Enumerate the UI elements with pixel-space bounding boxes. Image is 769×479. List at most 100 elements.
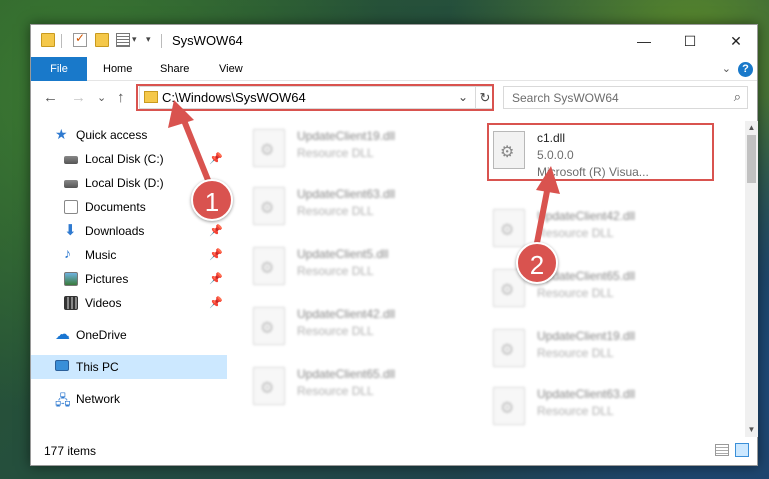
- properties-icon[interactable]: [73, 31, 87, 47]
- up-button[interactable]: ↑: [117, 89, 125, 106]
- sidebar-item-label: This PC: [76, 360, 119, 374]
- sidebar-item-label: Local Disk (C:): [85, 152, 164, 166]
- file-type: Resource DLL: [537, 286, 614, 300]
- dll-file-icon: [493, 329, 525, 367]
- dll-file-icon: [253, 367, 285, 405]
- address-dropdown-icon[interactable]: ⌄: [458, 90, 468, 104]
- sidebar-item-onedrive[interactable]: ☁ OneDrive: [31, 323, 227, 347]
- expand-ribbon-icon[interactable]: ⌄: [722, 62, 731, 75]
- tab-share[interactable]: Share: [148, 57, 201, 81]
- maximize-button[interactable]: ☐: [667, 25, 713, 57]
- sidebar-item-quick-access[interactable]: ★ Quick access: [31, 123, 227, 147]
- scroll-up-icon[interactable]: ▲: [745, 121, 758, 135]
- scroll-down-icon[interactable]: ▼: [745, 423, 758, 437]
- vertical-scrollbar[interactable]: ▲ ▼: [745, 121, 758, 437]
- quick-access-toolbar-dropdown-icon[interactable]: ▾: [146, 34, 151, 45]
- disk-icon: [64, 180, 78, 188]
- sidebar-item-label: Pictures: [85, 272, 129, 286]
- file-type: Resource DLL: [537, 226, 614, 240]
- pin-icon[interactable]: 📌: [209, 152, 223, 165]
- title-bar: ▾ ▾ SysWOW64 — ☐ ✕: [31, 25, 757, 57]
- back-button[interactable]: ←: [43, 89, 58, 106]
- file-tile[interactable]: UpdateClient5.dll Resource DLL: [253, 245, 483, 300]
- sidebar-item-downloads[interactable]: ⬇ Downloads 📌: [31, 219, 227, 243]
- dll-file-icon: [493, 209, 525, 247]
- file-type: Resource DLL: [297, 324, 374, 338]
- sidebar-item-label: Quick access: [76, 128, 148, 142]
- sidebar-item-label: Network: [76, 392, 121, 406]
- tab-view[interactable]: View: [207, 57, 255, 81]
- address-path[interactable]: C:\Windows\SysWOW64: [162, 90, 306, 105]
- ribbon-tabs: File Home Share View ⌄ ?: [31, 57, 757, 81]
- sidebar-item-pictures[interactable]: Pictures 📌: [31, 267, 227, 291]
- close-button[interactable]: ✕: [713, 25, 759, 57]
- file-list: UpdateClient19.dll Resource DLL UpdateCl…: [227, 121, 745, 431]
- sidebar-item-label: Music: [85, 248, 117, 262]
- file-tile[interactable]: UpdateClient63.dll Resource DLL: [493, 385, 723, 431]
- step-badge-1: 1: [191, 179, 233, 221]
- step-badge-2: 2: [516, 242, 558, 284]
- refresh-button[interactable]: ↻: [475, 87, 494, 108]
- divider: [61, 34, 62, 48]
- new-folder-icon[interactable]: [95, 33, 109, 47]
- music-icon: ♪: [64, 245, 71, 261]
- cloud-icon: ☁: [55, 326, 70, 343]
- search-input[interactable]: Search SysWOW64 ⌕: [503, 86, 748, 109]
- sidebar-item-music[interactable]: ♪ Music 📌: [31, 243, 227, 267]
- tab-home[interactable]: Home: [91, 57, 144, 81]
- file-name: UpdateClient42.dll: [297, 307, 396, 321]
- disk-icon: [64, 156, 78, 164]
- navigation-pane: ★ Quick access Local Disk (C:) 📌 Local D…: [31, 121, 227, 431]
- sidebar-item-label: Downloads: [85, 224, 145, 238]
- file-tile[interactable]: UpdateClient19.dll Resource DLL: [493, 327, 723, 382]
- pin-icon[interactable]: 📌: [209, 296, 223, 309]
- dll-file-icon: [493, 387, 525, 425]
- search-icon[interactable]: ⌕: [734, 89, 741, 105]
- file-type: Resource DLL: [297, 264, 374, 278]
- file-name: UpdateClient19.dll: [297, 129, 396, 143]
- navigation-bar: ← → ⌄ ↑ C:\Windows\SysWOW64 ⌄ ↻ Search S…: [31, 81, 757, 115]
- file-tile[interactable]: UpdateClient63.dll Resource DLL: [253, 185, 483, 240]
- status-bar: 177 items: [31, 437, 757, 465]
- folder-icon: [144, 91, 158, 103]
- file-type: Resource DLL: [537, 346, 614, 360]
- sidebar-item-videos[interactable]: Videos 📌: [31, 291, 227, 315]
- customize-view-icon[interactable]: [116, 33, 130, 47]
- window-title: SysWOW64: [172, 33, 243, 48]
- details-view-icon[interactable]: [715, 444, 729, 456]
- pin-icon[interactable]: 📌: [209, 224, 223, 237]
- dll-file-icon: [253, 247, 285, 285]
- help-icon[interactable]: ?: [738, 62, 753, 77]
- file-tile[interactable]: UpdateClient42.dll Resource DLL: [253, 305, 483, 360]
- file-type: Resource DLL: [297, 384, 374, 398]
- sidebar-item-network[interactable]: 🖧 Network: [31, 387, 227, 411]
- forward-button[interactable]: →: [71, 89, 86, 106]
- sidebar-item-this-pc[interactable]: This PC: [31, 355, 227, 379]
- sidebar-item-label: Videos: [85, 296, 122, 310]
- pc-icon: [55, 360, 69, 371]
- videos-icon: [64, 296, 78, 310]
- file-explorer-window: ▾ ▾ SysWOW64 — ☐ ✕ File Home Share View …: [30, 24, 758, 466]
- tab-file[interactable]: File: [31, 57, 87, 81]
- pin-icon[interactable]: 📌: [209, 272, 223, 285]
- recent-locations-button[interactable]: ⌄: [97, 91, 106, 104]
- sidebar-item-local-disk-c[interactable]: Local Disk (C:) 📌: [31, 147, 227, 171]
- file-name: UpdateClient5.dll: [297, 247, 389, 261]
- file-tile[interactable]: UpdateClient19.dll Resource DLL: [253, 127, 483, 182]
- address-bar[interactable]: C:\Windows\SysWOW64 ⌄ ↻: [139, 86, 494, 109]
- file-tile[interactable]: UpdateClient65.dll Resource DLL: [253, 365, 483, 420]
- chevron-down-icon[interactable]: ▾: [132, 34, 137, 45]
- network-icon: 🖧: [55, 392, 71, 408]
- file-tile-highlighted[interactable]: c1.dll 5.0.0.0 Microsoft (R) Visua...: [493, 129, 723, 184]
- pictures-icon: [64, 272, 78, 286]
- item-count: 177 items: [44, 444, 97, 458]
- minimize-button[interactable]: —: [621, 25, 667, 57]
- pin-icon[interactable]: 📌: [209, 248, 223, 261]
- dll-file-icon: [253, 129, 285, 167]
- file-name: UpdateClient42.dll: [537, 209, 636, 223]
- tiles-view-icon[interactable]: [735, 443, 749, 457]
- dll-file-icon: [493, 131, 525, 169]
- file-version: 5.0.0.0: [537, 148, 574, 162]
- scrollbar-thumb[interactable]: [747, 135, 756, 183]
- file-type: Resource DLL: [297, 204, 374, 218]
